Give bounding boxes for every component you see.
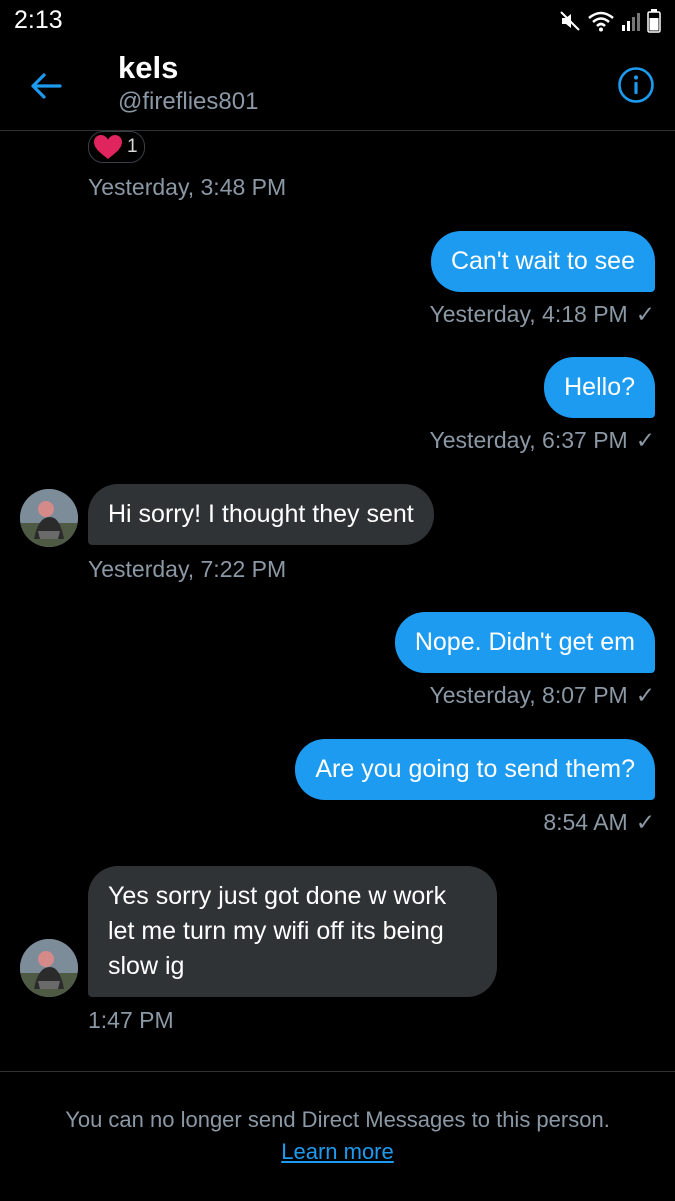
heart-icon [94,135,122,159]
message-timestamp: 1:47 PM [88,1007,174,1033]
avatar-image [20,939,78,997]
message-timestamp: Yesterday, 4:18 PM ✓ [430,301,655,328]
reaction-pill[interactable]: 1 [88,131,145,163]
avatar[interactable] [20,939,78,997]
mute-icon [560,11,580,31]
avatar[interactable] [20,489,78,547]
dm-disabled-notice: You can no longer send Direct Messages t… [65,1107,610,1132]
learn-more-link[interactable]: Learn more [0,1139,675,1165]
back-arrow-icon[interactable] [28,68,64,104]
contact-handle[interactable]: @fireflies801 [118,88,258,116]
sent-check-icon: ✓ [635,809,655,835]
info-icon[interactable] [617,66,655,104]
avatar-image [20,489,78,547]
outgoing-message-bubble[interactable]: Nope. Didn't get em [394,612,655,673]
status-bar: 2:13 [0,0,675,40]
contact-name[interactable]: kels [118,50,178,86]
battery-icon [647,9,661,33]
conversation-header: kels @fireflies801 [0,40,675,131]
reaction-count: 1 [127,136,138,157]
message-thread[interactable]: 1 Yesterday, 3:48 PM Can't wait to see Y… [0,131,675,1071]
incoming-message-bubble[interactable]: Yes sorry just got done w work let me tu… [88,866,497,997]
message-timestamp: Yesterday, 3:48 PM [88,174,287,200]
message-timestamp: Yesterday, 6:37 PM ✓ [430,427,655,454]
message-timestamp: Yesterday, 7:22 PM [88,556,287,582]
timestamp-text: Yesterday, 6:37 PM [429,427,628,453]
timestamp-text: Yesterday, 8:07 PM [429,682,628,708]
message-timestamp: 8:54 AM ✓ [543,809,655,836]
outgoing-message-bubble[interactable]: Can't wait to see [430,231,655,292]
wifi-icon [588,11,614,32]
incoming-message-bubble[interactable]: Hi sorry! I thought they sent [88,484,434,545]
reaction-badge[interactable]: 1 [88,131,148,167]
signal-icon [622,13,640,31]
outgoing-message-bubble[interactable]: Are you going to send them? [295,739,655,800]
sent-check-icon: ✓ [635,301,655,327]
dm-disabled-footer: You can no longer send Direct Messages t… [0,1071,675,1201]
sent-check-icon: ✓ [635,682,655,708]
outgoing-message-bubble[interactable]: Hello? [544,357,655,418]
sent-check-icon: ✓ [635,427,655,453]
status-time: 2:13 [14,6,63,34]
status-icons [559,8,661,34]
timestamp-text: Yesterday, 4:18 PM [429,301,628,327]
timestamp-text: 8:54 AM [543,809,628,835]
message-timestamp: Yesterday, 8:07 PM ✓ [430,682,655,709]
